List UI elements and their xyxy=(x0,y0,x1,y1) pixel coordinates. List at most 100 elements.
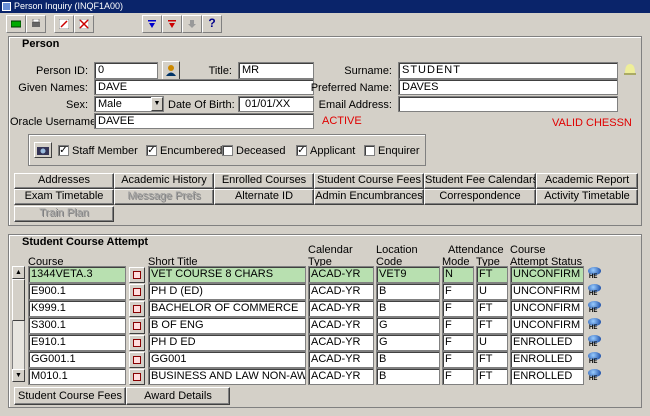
attendance-type-cell[interactable]: FT xyxy=(476,266,508,283)
attempt-status-cell[interactable]: UNCONFIRM xyxy=(510,317,584,334)
preferred-name-field[interactable]: DAVES xyxy=(398,79,618,95)
attempt-status-cell[interactable]: UNCONFIRM xyxy=(510,300,584,317)
train-plan-button[interactable]: Train Plan xyxy=(14,206,114,222)
location-code-cell[interactable]: B xyxy=(376,351,440,368)
surname-field[interactable]: STUDENT xyxy=(398,62,618,79)
he-globe-icon[interactable]: HE xyxy=(588,352,602,367)
attempt-status-cell[interactable]: UNCONFIRM xyxy=(510,283,584,300)
course-cell[interactable]: M010.1 xyxy=(28,368,126,385)
message-prefs-button[interactable]: Message Prefs xyxy=(114,189,214,205)
print-button[interactable] xyxy=(26,15,46,33)
short-title-cell[interactable]: B OF ENG xyxy=(148,317,306,334)
academic-history-button[interactable]: Academic History xyxy=(114,173,214,189)
staff-member-checkbox[interactable]: ✓ xyxy=(58,145,69,156)
attendance-type-cell[interactable]: U xyxy=(476,334,508,351)
first-record-button[interactable] xyxy=(142,15,162,33)
calendar-type-cell[interactable]: ACAD-YR xyxy=(308,368,374,385)
short-title-cell[interactable]: VET COURSE 8 CHARS xyxy=(148,266,306,283)
exam-timetable-button[interactable]: Exam Timetable xyxy=(14,189,114,205)
enrolled-courses-button[interactable]: Enrolled Courses xyxy=(214,173,314,189)
he-globe-icon[interactable]: HE xyxy=(588,267,602,282)
course-cell[interactable]: GG001.1 xyxy=(28,351,126,368)
short-title-cell[interactable]: GG001 xyxy=(148,351,306,368)
activity-timetable-button[interactable]: Activity Timetable xyxy=(536,189,638,205)
calendar-type-cell[interactable]: ACAD-YR xyxy=(308,351,374,368)
attempt-status-cell[interactable]: ENROLLED xyxy=(510,334,584,351)
attendance-type-cell[interactable]: FT xyxy=(476,300,508,317)
row-detail-button[interactable] xyxy=(129,267,145,283)
notes-button[interactable] xyxy=(622,60,638,78)
attendance-type-cell[interactable]: U xyxy=(476,283,508,300)
location-code-cell[interactable]: VET9 xyxy=(376,266,440,283)
dropdown-arrow-icon[interactable]: ▼ xyxy=(151,97,163,111)
course-cell[interactable]: S300.1 xyxy=(28,317,126,334)
calendar-type-cell[interactable]: ACAD-YR xyxy=(308,266,374,283)
student-fee-calendars-button[interactable]: Student Fee Calendars xyxy=(424,173,536,189)
scroll-thumb[interactable] xyxy=(12,279,25,321)
location-code-cell[interactable]: B xyxy=(376,283,440,300)
row-detail-button[interactable] xyxy=(129,369,145,385)
row-detail-button[interactable] xyxy=(129,284,145,300)
calendar-type-cell[interactable]: ACAD-YR xyxy=(308,334,374,351)
clear-button[interactable] xyxy=(74,15,94,33)
location-code-cell[interactable]: G xyxy=(376,334,440,351)
short-title-cell[interactable]: BUSINESS AND LAW NON-AWARD xyxy=(148,368,306,385)
sex-select[interactable]: Male ▼ xyxy=(94,96,164,112)
attempt-status-cell[interactable]: ENROLLED xyxy=(510,351,584,368)
correspondence-button[interactable]: Correspondence xyxy=(424,189,536,205)
deceased-checkbox[interactable] xyxy=(222,145,233,156)
row-detail-button[interactable] xyxy=(129,301,145,317)
attendance-type-cell[interactable]: FT xyxy=(476,351,508,368)
enquirer-checkbox[interactable] xyxy=(364,145,375,156)
he-globe-icon[interactable]: HE xyxy=(588,318,602,333)
scroll-down-arrow-icon[interactable]: ▼ xyxy=(12,369,25,382)
student-course-fees-nav-button[interactable]: Student Course Fees xyxy=(314,173,424,189)
alternate-id-button[interactable]: Alternate ID xyxy=(214,189,314,205)
course-cell[interactable]: 1344VETA.3 xyxy=(28,266,126,283)
attendance-mode-cell[interactable]: F xyxy=(442,283,474,300)
location-code-cell[interactable]: G xyxy=(376,317,440,334)
short-title-cell[interactable]: PH D ED xyxy=(148,334,306,351)
short-title-cell[interactable]: PH D (ED) xyxy=(148,283,306,300)
given-names-field[interactable]: DAVE xyxy=(94,79,314,95)
email-field[interactable] xyxy=(398,96,618,112)
location-code-cell[interactable]: B xyxy=(376,300,440,317)
attempt-status-cell[interactable]: ENROLLED xyxy=(510,368,584,385)
short-title-cell[interactable]: BACHELOR OF COMMERCE xyxy=(148,300,306,317)
dob-field[interactable]: 01/01/XX xyxy=(238,96,314,112)
title-field[interactable]: MR xyxy=(238,62,314,79)
scroll-up-arrow-icon[interactable]: ▲ xyxy=(12,266,25,279)
addresses-button[interactable]: Addresses xyxy=(14,173,114,189)
course-cell[interactable]: K999.1 xyxy=(28,300,126,317)
attendance-mode-cell[interactable]: F xyxy=(442,300,474,317)
attendance-mode-cell[interactable]: N xyxy=(442,266,474,283)
applicant-checkbox[interactable]: ✓ xyxy=(296,145,307,156)
attendance-mode-cell[interactable]: F xyxy=(442,351,474,368)
student-course-fees-button[interactable]: Student Course Fees xyxy=(14,387,126,405)
location-code-cell[interactable]: B xyxy=(376,368,440,385)
attempt-status-cell[interactable]: UNCONFIRM xyxy=(510,266,584,283)
row-detail-button[interactable] xyxy=(129,352,145,368)
encumbered-checkbox[interactable]: ✓ xyxy=(146,145,157,156)
person-lookup-button[interactable] xyxy=(162,61,180,80)
award-details-button[interactable]: Award Details xyxy=(126,387,230,405)
he-globe-icon[interactable]: HE xyxy=(588,301,602,316)
photo-button[interactable] xyxy=(34,142,52,158)
next-record-button[interactable] xyxy=(182,15,202,33)
calendar-type-cell[interactable]: ACAD-YR xyxy=(308,317,374,334)
academic-report-button[interactable]: Academic Report xyxy=(536,173,638,189)
row-detail-button[interactable] xyxy=(129,335,145,351)
he-globe-icon[interactable]: HE xyxy=(588,369,602,384)
attendance-type-cell[interactable]: FT xyxy=(476,368,508,385)
previous-record-button[interactable] xyxy=(162,15,182,33)
admin-encumbrances-button[interactable]: Admin Encumbrances xyxy=(314,189,424,205)
attendance-mode-cell[interactable]: F xyxy=(442,368,474,385)
person-id-field[interactable]: 0 xyxy=(94,62,158,79)
course-cell[interactable]: E900.1 xyxy=(28,283,126,300)
he-globe-icon[interactable]: HE xyxy=(588,335,602,350)
calendar-type-cell[interactable]: ACAD-YR xyxy=(308,283,374,300)
attendance-mode-cell[interactable]: F xyxy=(442,334,474,351)
row-detail-button[interactable] xyxy=(129,318,145,334)
edit-button[interactable] xyxy=(54,15,74,33)
course-cell[interactable]: E910.1 xyxy=(28,334,126,351)
